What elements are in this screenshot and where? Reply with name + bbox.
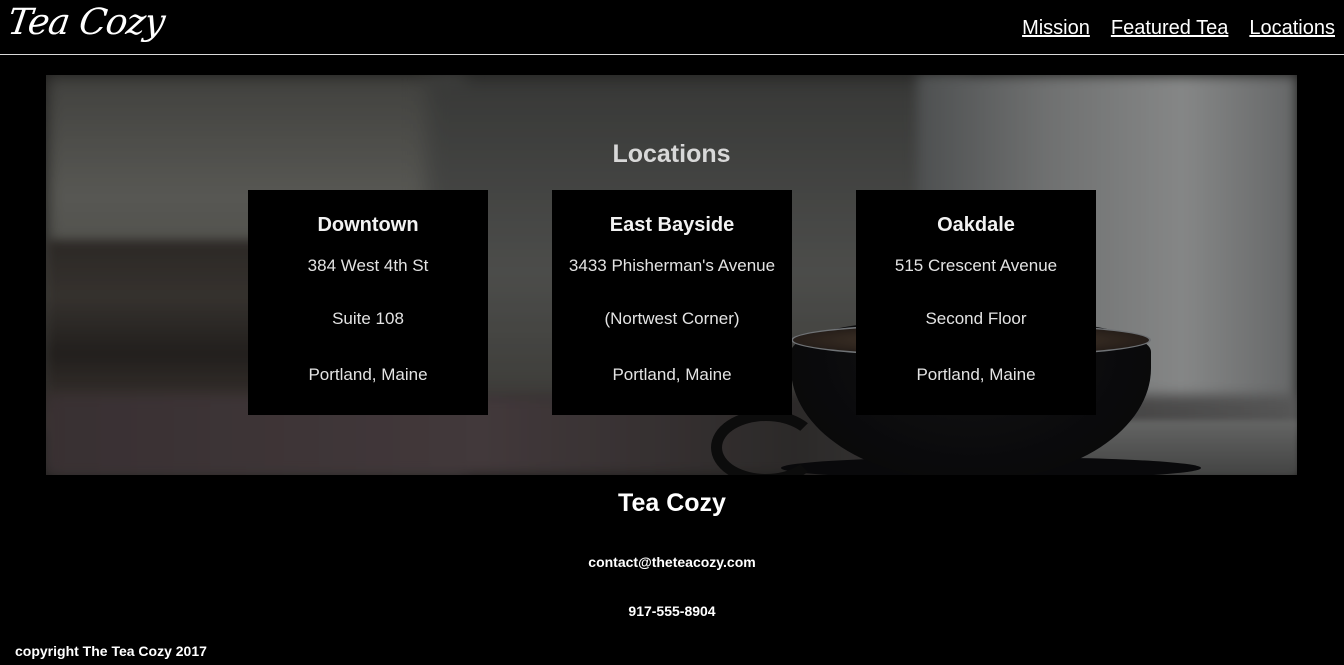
location-address-line: 384 West 4th St (307, 256, 429, 275)
location-address-line: Portland, Maine (308, 365, 428, 384)
locations-section: Locations Downtown 384 West 4th St Suite… (46, 75, 1297, 475)
main-nav: Mission Featured Tea Locations (1022, 17, 1335, 40)
location-address-line: 515 Crescent Avenue (894, 256, 1058, 275)
location-card-downtown: Downtown 384 West 4th St Suite 108 Portl… (248, 190, 488, 415)
nav-link-featured-tea[interactable]: Featured Tea (1111, 17, 1229, 40)
location-address-line: (Nortwest Corner) (604, 309, 740, 328)
location-name: East Bayside (609, 214, 735, 236)
nav-link-mission[interactable]: Mission (1022, 17, 1090, 40)
location-card-oakdale: Oakdale 515 Crescent Avenue Second Floor… (856, 190, 1096, 415)
section-title: Locations (612, 140, 731, 168)
footer-title: Tea Cozy (618, 489, 726, 517)
logo[interactable]: Tea Cozy (5, 2, 167, 43)
location-address-line: Portland, Maine (916, 365, 1036, 384)
location-name: Downtown (317, 214, 419, 236)
copyright-notice: copyright The Tea Cozy 2017 (15, 643, 207, 659)
location-address-line: Portland, Maine (612, 365, 732, 384)
nav-link-locations[interactable]: Locations (1249, 17, 1335, 40)
location-card-east-bayside: East Bayside 3433 Phisherman's Avenue (N… (552, 190, 792, 415)
location-address-line: Second Floor (925, 309, 1027, 328)
location-address-line: 3433 Phisherman's Avenue (568, 256, 776, 275)
contact-email[interactable]: contact@theteacozy.com (0, 554, 1344, 570)
site-header: Tea Cozy Mission Featured Tea Locations (0, 0, 1344, 55)
location-address-line: Suite 108 (332, 309, 404, 328)
contact-phone: 917-555-8904 (628, 603, 716, 619)
location-name: Oakdale (937, 214, 1015, 236)
